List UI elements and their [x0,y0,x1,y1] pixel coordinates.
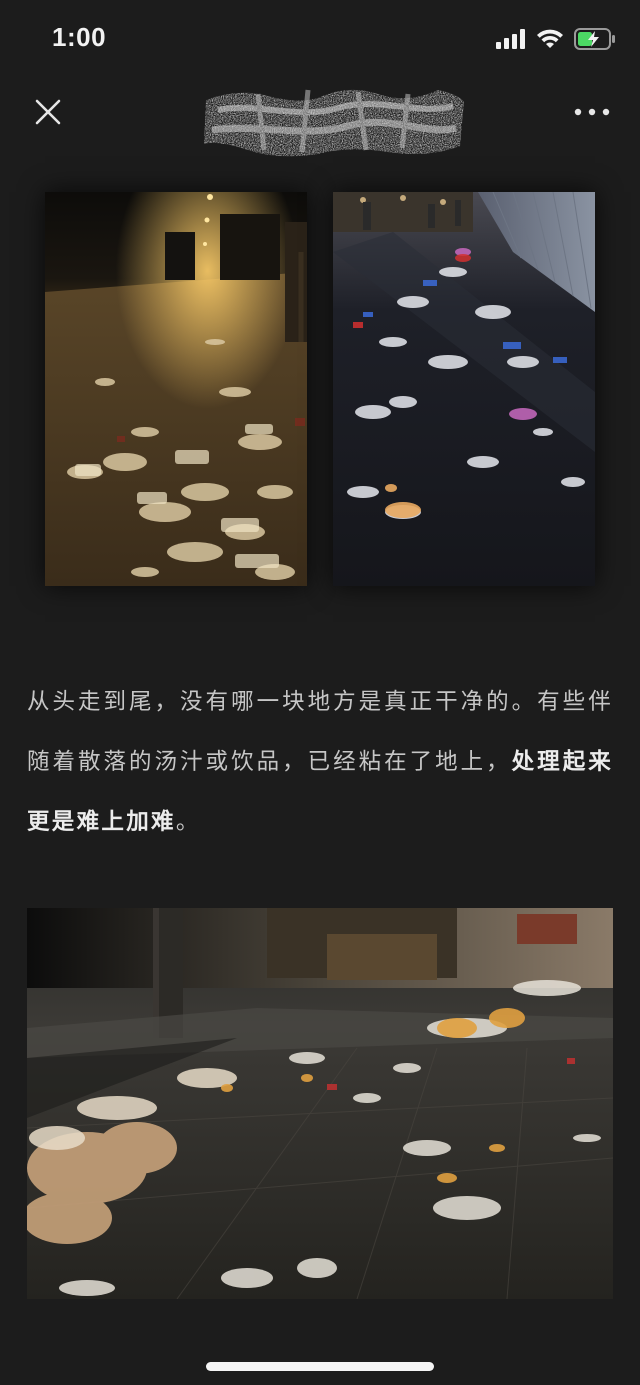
wifi-icon [537,29,563,48]
paragraph-end-punctuation: 。 [175,809,201,835]
status-icons [496,26,616,52]
nav-title-redacted [198,80,468,160]
close-icon [35,99,61,125]
night-market-litter-wet-street-photo [333,192,595,586]
cellular-signal-icon [496,29,525,49]
more-options-button[interactable] [572,92,612,132]
redaction-scribble [204,89,464,157]
home-indicator[interactable] [206,1362,434,1371]
more-dots-icon [574,108,610,116]
status-bar: 1:00 [0,0,640,80]
status-time: 1:00 [52,22,107,52]
article-paragraph: 从头走到尾，没有哪一块地方是真正干净的。有些伴随着散落的汤汁或饮品，已经粘在了地… [27,672,613,852]
battery-charging-icon [574,28,615,50]
nav-bar [0,80,640,157]
night-street-litter-warm-photo [45,192,307,586]
close-button[interactable] [28,92,68,132]
sidewalk-litter-wide-photo [27,908,613,1299]
